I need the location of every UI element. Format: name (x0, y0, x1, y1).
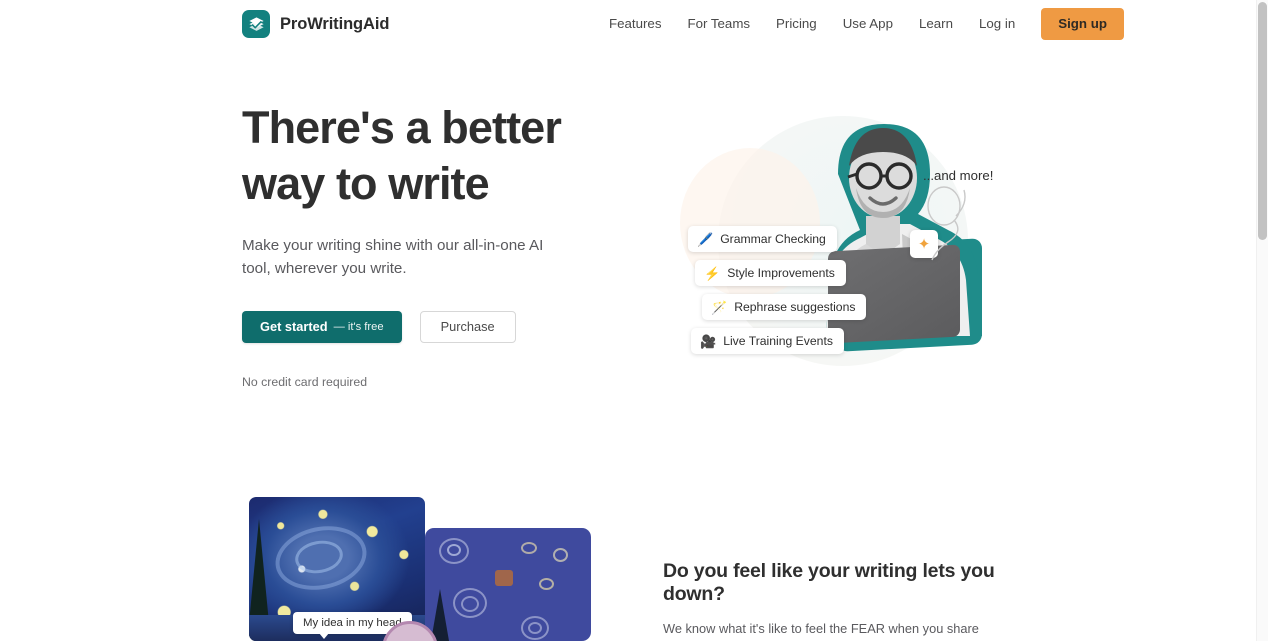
feature-pill-label: Style Improvements (727, 266, 835, 280)
magic-wand-icon: 🪄 (711, 299, 728, 315)
simplified-blue-painting (425, 528, 591, 641)
lightning-bolt-icon: ⚡ (704, 265, 721, 281)
feature-pill-label: Rephrase suggestions (734, 300, 856, 314)
get-started-label: Get started (260, 319, 328, 335)
doodle-shape (461, 596, 479, 612)
no-credit-card-note: No credit card required (242, 374, 368, 389)
nav-link-log-in[interactable]: Log in (966, 11, 1028, 36)
hero-subtitle: Make your writing shine with our all-in-… (242, 236, 544, 278)
doodle-shape (553, 548, 568, 562)
nav-link-learn[interactable]: Learn (906, 11, 966, 36)
get-started-button[interactable]: Get started — it's free (242, 310, 402, 343)
feature-pill-grammar-checking[interactable]: 🖊️ Grammar Checking (688, 226, 837, 252)
hero-title-line-2: way to write (242, 157, 490, 209)
hero-cta-group: Get started — it's free Purchase (242, 310, 642, 343)
brand-name: ProWritingAid (280, 14, 390, 33)
section2-copy: Do you feel like your writing lets you d… (663, 560, 1023, 641)
landing-page: ProWritingAid Features For Teams Pricing… (0, 0, 1268, 641)
site-header: ProWritingAid Features For Teams Pricing… (0, 0, 1256, 48)
doodle-shape (539, 578, 554, 590)
pen-icon: 🖊️ (697, 231, 714, 247)
feature-pill-list: 🖊️ Grammar Checking ⚡ Style Improvements… (688, 226, 867, 354)
balloon-doodle-icon (927, 186, 966, 261)
feature-pill-label: Live Training Events (723, 334, 833, 348)
hero-illustration: ✦ ...and more! 🖊️ Grammar Checking ⚡ Sty… (660, 88, 1040, 388)
nav-link-pricing[interactable]: Pricing (763, 11, 830, 36)
section2-body: We know what it's like to feel the FEAR … (663, 621, 979, 636)
doodle-shape (447, 544, 461, 556)
and-more-label: ...and more! (923, 168, 994, 183)
feature-pill-live-training-events[interactable]: 🎥 Live Training Events (691, 328, 844, 354)
page-scrollbar[interactable] (1256, 0, 1268, 641)
nav-link-use-app[interactable]: Use App (830, 11, 906, 36)
get-started-suffix: — it's free (333, 320, 384, 333)
nav-link-features[interactable]: Features (596, 11, 674, 36)
scrollbar-thumb[interactable] (1258, 2, 1267, 240)
sun-shape (495, 570, 513, 586)
doodle-shape (528, 622, 542, 634)
sign-up-button[interactable]: Sign up (1041, 8, 1124, 40)
nav-link-for-teams[interactable]: For Teams (674, 11, 763, 36)
hero-section: There's a better way to write Make your … (242, 100, 642, 389)
main-navigation: Features For Teams Pricing Use App Learn… (596, 0, 1124, 48)
doodle-shape (521, 542, 537, 554)
video-camera-icon: 🎥 (700, 333, 717, 349)
feature-pill-rephrase-suggestions[interactable]: 🪄 Rephrase suggestions (702, 294, 867, 320)
feature-pill-style-improvements[interactable]: ⚡ Style Improvements (695, 260, 846, 286)
hero-title: There's a better way to write (242, 100, 642, 212)
section2-title: Do you feel like your writing lets you d… (663, 560, 995, 605)
book-pages-logo-icon (242, 10, 270, 38)
hero-title-line-1: There's a better (242, 102, 562, 153)
feature-pill-label: Grammar Checking (720, 232, 826, 246)
brand-logo-link[interactable]: ProWritingAid (242, 10, 389, 38)
purchase-button[interactable]: Purchase (419, 310, 516, 343)
